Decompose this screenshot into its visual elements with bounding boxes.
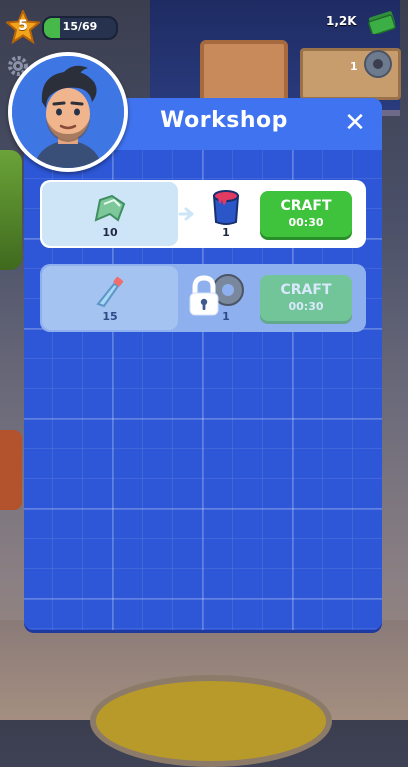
panel-title: Workshop [160,108,288,133]
plastic-bottle-icon [90,274,130,310]
recipe-row-paint: 10 1 CRAFT 00:30 [40,180,366,248]
craft-label: CRAFT [280,198,332,214]
recipe-row-tape-locked: 15 1 CRAFT 00:30 [40,264,366,332]
cash-stack-icon[interactable] [366,10,398,36]
ingredient-count: 10 [102,226,118,239]
output-count: 1 [222,310,230,323]
level-number: 5 [18,18,28,34]
background-brick-wall [0,430,22,510]
background-rug [90,675,332,767]
duct-tape-icon [362,48,394,80]
level-star-badge[interactable]: 5 [4,8,42,45]
workshop-panel: Workshop ✕ [24,98,382,630]
ingredient-box: 10 [42,182,178,246]
paint-bucket-icon [208,186,244,226]
craft-time: 00:30 [288,300,324,313]
avatar[interactable] [8,52,128,172]
background-plant [0,150,22,270]
xp-text: 15/69 [62,20,98,33]
craft-button[interactable]: CRAFT 00:30 [260,191,352,237]
ingredient-count: 15 [102,310,118,323]
craft-time: 00:30 [288,216,324,229]
output-count: 1 [222,226,230,239]
craft-label: CRAFT [280,282,332,298]
arrow-right-icon [178,206,196,222]
money-amount: 1,2K [326,14,357,28]
tape-count: 1 [350,60,358,73]
craft-button-locked[interactable]: CRAFT 00:30 [260,275,352,321]
fabric-scraps-icon [90,190,130,226]
ingredient-box: 15 [42,266,178,330]
close-button[interactable]: ✕ [342,110,368,136]
character-portrait-icon [12,56,124,168]
xp-progress-bar: 15/69 [42,16,118,40]
